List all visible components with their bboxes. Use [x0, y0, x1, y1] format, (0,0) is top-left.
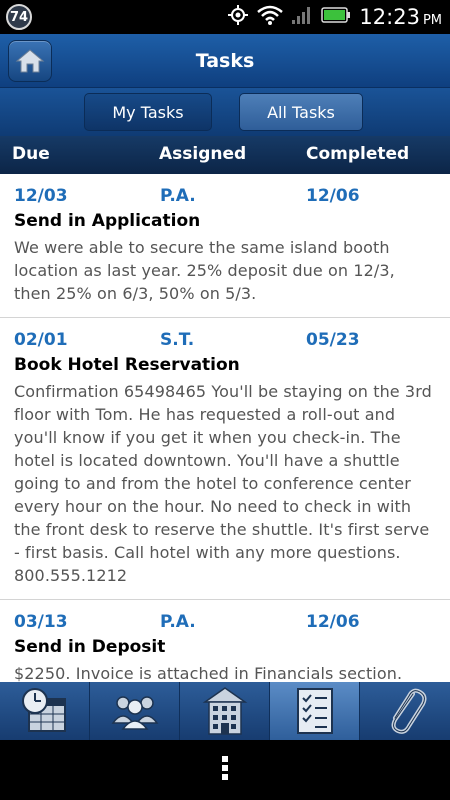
bottom-nav — [0, 682, 450, 740]
calendar-clock-icon — [21, 688, 66, 732]
home-icon — [15, 49, 45, 73]
column-header-due[interactable]: Due — [12, 136, 50, 172]
task-description: We were able to secure the same island b… — [14, 238, 395, 303]
wifi-icon — [257, 5, 284, 29]
overflow-menu-icon — [222, 756, 228, 780]
tab-all-tasks[interactable]: All Tasks — [239, 93, 363, 131]
task-meta: 12/03 P.A. 12/06 — [14, 186, 436, 210]
task-item[interactable]: 02/01 S.T. 05/23 Book Hotel Reservation … — [0, 318, 450, 600]
task-item[interactable]: 03/13 P.A. 12/06 Send in Deposit $2250. … — [0, 600, 450, 682]
tab-strip: My Tasks All Tasks — [0, 88, 450, 136]
notification-badge: 74 — [6, 4, 32, 30]
task-description: $2250. Invoice is attached in Financials… — [14, 664, 403, 682]
task-assigned: P.A. — [160, 612, 196, 632]
clock-time: 12:23 — [359, 5, 420, 29]
battery-icon — [321, 6, 351, 28]
nav-contacts-button[interactable] — [90, 682, 180, 740]
tab-my-tasks[interactable]: My Tasks — [84, 93, 212, 131]
checklist-icon — [296, 688, 333, 734]
column-header-completed[interactable]: Completed — [306, 136, 409, 172]
system-bar — [0, 740, 450, 800]
home-button[interactable] — [8, 40, 52, 82]
task-description: Confirmation 65498465 You'll be staying … — [14, 382, 432, 585]
column-headers: Due Assigned Completed — [0, 136, 450, 174]
nav-schedule-button[interactable] — [0, 682, 90, 740]
clock-ampm: PM — [422, 13, 442, 28]
column-header-assigned[interactable]: Assigned — [159, 136, 246, 172]
task-completed: 05/23 — [306, 330, 360, 350]
title-bar: Tasks — [0, 34, 450, 88]
clock: 12:23 PM — [359, 5, 442, 29]
nav-tasks-button[interactable] — [270, 682, 360, 740]
task-list[interactable]: 12/03 P.A. 12/06 Send in Application We … — [0, 174, 450, 682]
task-assigned: S.T. — [160, 330, 195, 350]
task-due: 02/01 — [14, 330, 68, 350]
task-meta: 02/01 S.T. 05/23 — [14, 330, 436, 354]
task-completed: 12/06 — [306, 612, 360, 632]
task-title: Send in Application — [14, 211, 201, 231]
status-icons: 12:23 PM — [227, 0, 442, 34]
task-item[interactable]: 12/03 P.A. 12/06 Send in Application We … — [0, 174, 450, 318]
nav-venues-button[interactable] — [180, 682, 270, 740]
task-assigned: P.A. — [160, 186, 196, 206]
gps-icon — [227, 4, 249, 30]
signal-icon — [291, 5, 313, 29]
menu-button[interactable] — [220, 755, 230, 785]
task-meta: 03/13 P.A. 12/06 — [14, 612, 436, 636]
status-bar: 74 12:23 PM — [0, 0, 450, 34]
task-completed: 12/06 — [306, 186, 360, 206]
nav-attachments-button[interactable] — [360, 682, 450, 740]
task-title: Send in Deposit — [14, 637, 166, 657]
building-icon — [202, 687, 247, 735]
page-title: Tasks — [195, 50, 255, 72]
people-icon — [111, 696, 158, 730]
task-due: 12/03 — [14, 186, 68, 206]
paperclip-icon — [391, 688, 427, 734]
task-title: Book Hotel Reservation — [14, 355, 240, 375]
task-due: 03/13 — [14, 612, 68, 632]
